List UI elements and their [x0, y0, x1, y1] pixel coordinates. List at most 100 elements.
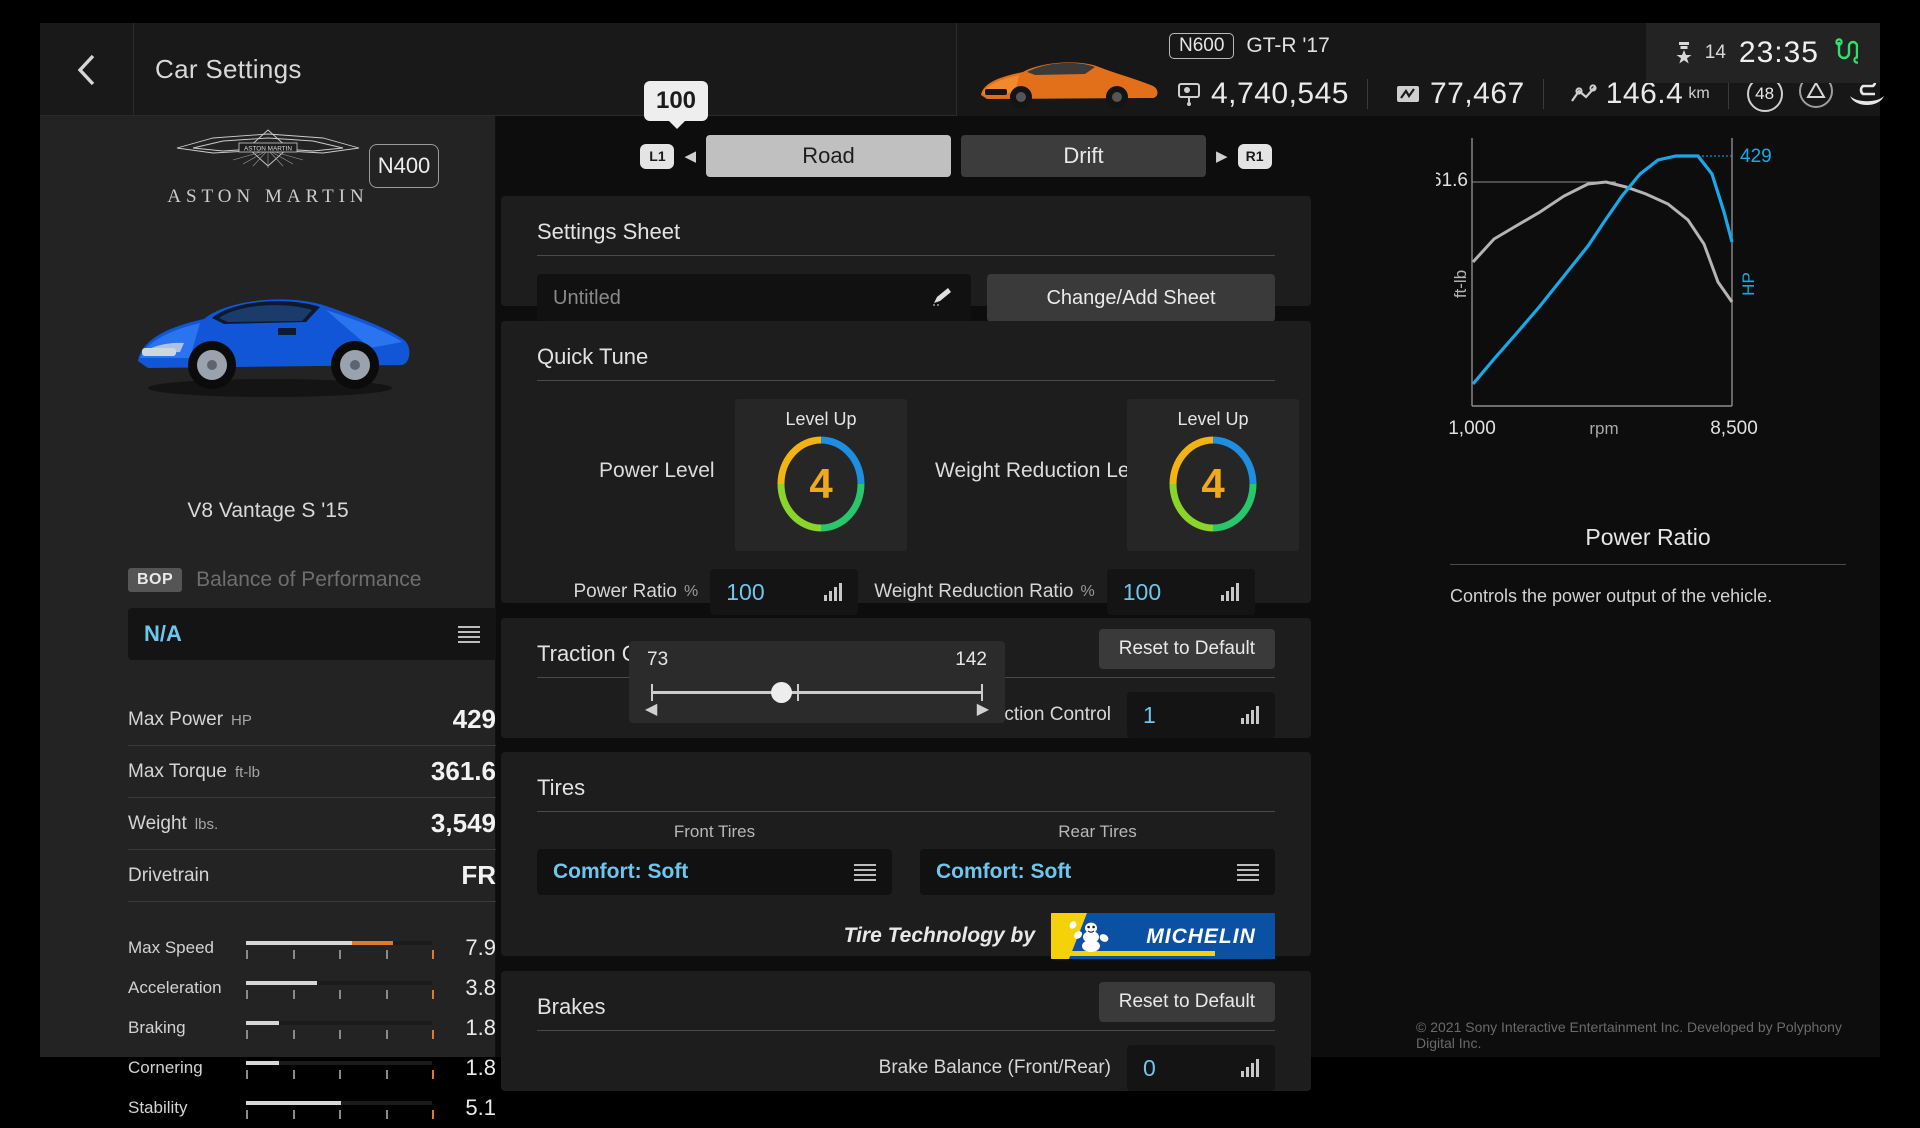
rear-tires-value: Comfort: Soft	[936, 860, 1072, 883]
spec-value: 429	[452, 704, 496, 734]
back-button[interactable]	[40, 23, 134, 116]
torque-axis-label: ft-lb	[1451, 270, 1470, 298]
brakes-header: Brakes Reset to Default	[537, 971, 1275, 1031]
performance-ticks	[246, 1070, 434, 1079]
power-level-gauge[interactable]: Level Up 4	[735, 399, 907, 551]
svg-text:ASTON MARTIN: ASTON MARTIN	[244, 146, 292, 153]
spec-label: Drivetrain	[128, 865, 209, 887]
performance-value: 3.8	[465, 975, 496, 1000]
header-car-info: N600 GT-R '17 4,740,545 77,467 146.4 km …	[956, 23, 1884, 116]
performance-bar	[246, 936, 434, 960]
next-arrow-icon[interactable]: ▶	[1216, 147, 1228, 165]
quick-tune-levels: Power Level Level Up 4 Weight Reduction …	[537, 395, 1299, 555]
car-render-icon	[138, 299, 410, 397]
spec-name: Weight	[128, 812, 187, 834]
list-menu-icon	[458, 625, 480, 643]
brake-balance-row: Brake Balance (Front/Rear) 0	[537, 1037, 1275, 1099]
front-tires-select[interactable]: Comfort: Soft	[537, 849, 892, 895]
header-car-name: GT-R '17	[1246, 34, 1330, 57]
bop-tag: BOP	[128, 568, 183, 592]
info-divider	[1450, 564, 1846, 565]
brake-balance-field[interactable]: 0	[1127, 1045, 1275, 1091]
tires-card: Tires Front Tires Comfort: Soft Rear Tir…	[501, 752, 1311, 959]
spec-value: 3,549	[430, 808, 496, 838]
arrow-right-icon[interactable]: ▶	[977, 699, 989, 719]
performance-bar	[246, 1096, 434, 1120]
divider	[1542, 78, 1544, 109]
tab-drift[interactable]: Drift	[961, 135, 1206, 177]
sheet-name-placeholder: Untitled	[553, 286, 621, 309]
performance-value: 1.8	[465, 1055, 496, 1080]
settings-sheet-row: Untitled Change/Add Sheet	[537, 274, 1275, 322]
network-icon[interactable]	[1832, 37, 1861, 69]
brake-balance-label: Brake Balance (Front/Rear)	[878, 1057, 1111, 1078]
value-slider-popup[interactable]: 73 142 ◀ ▶	[629, 641, 1005, 723]
power-peak-label: 429	[1740, 146, 1772, 167]
rpm-min-tick: 1,000	[1448, 418, 1496, 439]
michelin-logo-icon: MICHELIN	[1051, 913, 1275, 959]
divider	[1727, 78, 1729, 109]
mileage-points-value: 77,467	[1429, 76, 1525, 110]
performance-fill	[246, 1101, 341, 1105]
category-tabbar: L1 ◀ Road Drift ▶ R1	[496, 128, 1416, 184]
quick-tune-card: Quick Tune Power Level Level Up 4 Weight…	[501, 321, 1311, 615]
performance-value: 1.8	[465, 1015, 496, 1040]
prev-arrow-icon[interactable]: ◀	[684, 147, 696, 165]
performance-list: Max Speed 7.9 Acceleration 3.8 Braking 1.8 Cor…	[128, 928, 496, 1128]
tab-road[interactable]: Road	[706, 135, 951, 177]
bars-stepper-icon	[1220, 583, 1239, 601]
weight-ratio-field[interactable]: 100	[1106, 569, 1255, 615]
manufacturer-name: ASTON MARTIN	[167, 186, 369, 207]
performance-row: Acceleration 3.8	[128, 968, 496, 1008]
performance-name: Max Speed	[128, 938, 214, 957]
spec-row: Drivetrain FR	[128, 850, 496, 902]
info-title: Power Ratio	[1585, 524, 1711, 550]
change-add-sheet-button[interactable]: Change/Add Sheet	[987, 274, 1275, 322]
torque-peak-label: 361.6	[1436, 170, 1468, 191]
car-class-badge-sidebar: N400	[369, 144, 439, 188]
clock-bar: 14 23:35	[1645, 23, 1880, 83]
slider-track[interactable]	[651, 682, 983, 703]
arrow-left-icon[interactable]: ◀	[645, 699, 657, 719]
brakes-reset-button[interactable]: Reset to Default	[1098, 982, 1275, 1022]
bars-stepper-icon	[1241, 706, 1259, 724]
performance-fill	[246, 941, 393, 945]
slider-arrows: ◀ ▶	[629, 699, 1005, 719]
weight-level-gauge[interactable]: Level Up 4	[1127, 399, 1299, 551]
spec-row: Max Torque ft-lb 361.6	[128, 746, 496, 798]
tire-columns: Front Tires Comfort: Soft Rear Tires Com…	[537, 822, 1275, 895]
traction-value-field[interactable]: 1	[1127, 692, 1275, 738]
spec-unit: lbs.	[194, 815, 219, 833]
bop-select[interactable]: N/A	[128, 608, 496, 660]
rpm-max-tick: 8,500	[1710, 418, 1758, 439]
performance-ticks	[246, 1030, 434, 1039]
performance-name: Stability	[128, 1098, 188, 1117]
power-torque-chart: 361.6 429 ft-lb HP 1,000 rpm 8,500	[1420, 134, 1860, 454]
rear-tire-col: Rear Tires Comfort: Soft	[920, 822, 1275, 895]
rear-tires-select[interactable]: Comfort: Soft	[920, 849, 1275, 895]
bop-value: N/A	[144, 621, 182, 646]
performance-ticks	[246, 990, 434, 999]
list-menu-icon	[1237, 863, 1259, 881]
performance-row: Max Speed 7.9	[128, 928, 496, 968]
performance-bar	[246, 1016, 434, 1040]
traction-reset-button[interactable]: Reset to Default	[1098, 629, 1275, 669]
power-ratio-value: 100	[726, 578, 765, 605]
power-ratio-field[interactable]: 100	[710, 569, 859, 615]
spec-unit: HP	[231, 711, 252, 729]
gt-car-settings-screen: Car Settings N600 GT-R '17 4,740,545 77,…	[0, 0, 1920, 1120]
list-menu-icon	[854, 863, 876, 881]
performance-row: Cornering 1.8	[128, 1048, 496, 1088]
chevron-left-icon	[77, 54, 94, 85]
performance-name: Acceleration	[128, 978, 222, 997]
info-description: Controls the power output of the vehicle…	[1450, 586, 1773, 606]
power-axis-label: HP	[1739, 272, 1758, 296]
slider-value-tooltip: 100	[644, 81, 708, 129]
slider-min: 73	[647, 649, 669, 670]
top-header: Car Settings N600 GT-R '17 4,740,545 77,…	[40, 23, 1884, 116]
sheet-name-input[interactable]: Untitled	[537, 274, 971, 322]
weight-ratio-unit: %	[1080, 583, 1095, 600]
spec-row: Weight lbs. 3,549	[128, 798, 496, 850]
trophy-star-icon	[1676, 42, 1692, 64]
pencil-icon[interactable]	[931, 285, 955, 312]
